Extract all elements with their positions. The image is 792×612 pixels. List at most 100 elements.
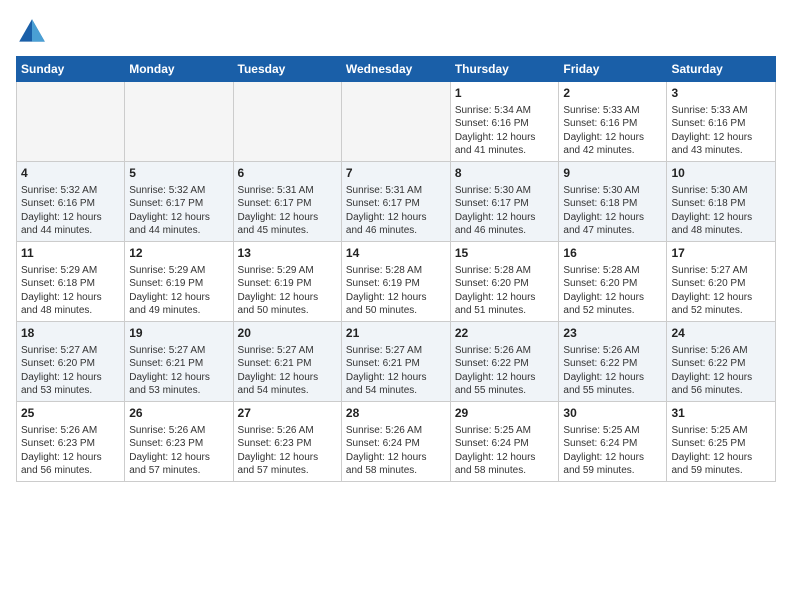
cell-content: Sunrise: 5:31 AMSunset: 6:17 PMDaylight:… (346, 184, 446, 238)
calendar-table: SundayMondayTuesdayWednesdayThursdayFrid… (16, 56, 776, 482)
cell-content: Sunrise: 5:33 AMSunset: 6:16 PMDaylight:… (671, 104, 771, 158)
calendar-week-row: 4 Sunrise: 5:32 AMSunset: 6:16 PMDaylight… (17, 162, 776, 242)
weekday-header: Friday (559, 57, 667, 82)
calendar-cell: 28Sunrise: 5:26 AMSunset: 6:24 PMDayligh… (341, 402, 450, 482)
calendar-cell: 24 Sunrise: 5:26 AMSunset: 6:22 PMDayligh… (667, 322, 776, 402)
cell-content: Sunrise: 5:32 AMSunset: 6:16 PMDaylight:… (21, 184, 120, 238)
cell-content: Sunrise: 5:25 AMSunset: 6:24 PMDaylight:… (455, 424, 555, 478)
day-number: 4 (21, 165, 120, 182)
cell-content: Sunrise: 5:33 AMSunset: 6:16 PMDaylight:… (563, 104, 662, 158)
day-number: 13 (238, 245, 337, 262)
weekday-header-row: SundayMondayTuesdayWednesdayThursdayFrid… (17, 57, 776, 82)
calendar-cell: 18 Sunrise: 5:27 AMSunset: 6:20 PMDayligh… (17, 322, 125, 402)
cell-content: Sunrise: 5:27 AMSunset: 6:21 PMDaylight:… (346, 344, 446, 398)
cell-content: Sunrise: 5:26 AMSunset: 6:22 PMDaylight:… (563, 344, 662, 398)
cell-content: Sunrise: 5:28 AMSunset: 6:20 PMDaylight:… (455, 264, 555, 318)
day-number: 22 (455, 325, 555, 342)
cell-content: Sunrise: 5:26 AMSunset: 6:24 PMDaylight:… (346, 424, 446, 478)
cell-content: Sunrise: 5:29 AMSunset: 6:19 PMDaylight:… (129, 264, 228, 318)
cell-content: Sunrise: 5:27 AMSunset: 6:21 PMDaylight:… (238, 344, 337, 398)
day-number: 15 (455, 245, 555, 262)
calendar-cell: 23 Sunrise: 5:26 AMSunset: 6:22 PMDayligh… (559, 322, 667, 402)
calendar-cell: 14 Sunrise: 5:28 AMSunset: 6:19 PMDayligh… (341, 242, 450, 322)
calendar-cell: 25 Sunrise: 5:26 AMSunset: 6:23 PMDayligh… (17, 402, 125, 482)
calendar-week-row: 25 Sunrise: 5:26 AMSunset: 6:23 PMDayligh… (17, 402, 776, 482)
cell-content: Sunrise: 5:29 AMSunset: 6:18 PMDaylight:… (21, 264, 120, 318)
cell-content: Sunrise: 5:25 AMSunset: 6:25 PMDaylight:… (671, 424, 771, 478)
day-number: 25 (21, 405, 120, 422)
day-number: 26 (129, 405, 228, 422)
cell-content: Sunrise: 5:27 AMSunset: 6:20 PMDaylight:… (21, 344, 120, 398)
cell-content: Sunrise: 5:30 AMSunset: 6:18 PMDaylight:… (563, 184, 662, 238)
calendar-week-row: 1 Sunrise: 5:34 AMSunset: 6:16 PMDaylight… (17, 82, 776, 162)
logo (16, 16, 52, 48)
calendar-cell: 21 Sunrise: 5:27 AMSunset: 6:21 PMDayligh… (341, 322, 450, 402)
cell-content: Sunrise: 5:26 AMSunset: 6:23 PMDaylight:… (238, 424, 337, 478)
cell-content: Sunrise: 5:28 AMSunset: 6:20 PMDaylight:… (563, 264, 662, 318)
cell-content: Sunrise: 5:26 AMSunset: 6:23 PMDaylight:… (129, 424, 228, 478)
cell-content: Sunrise: 5:30 AMSunset: 6:18 PMDaylight:… (671, 184, 771, 238)
day-number: 2 (563, 85, 662, 102)
calendar-week-row: 11 Sunrise: 5:29 AMSunset: 6:18 PMDayligh… (17, 242, 776, 322)
calendar-cell: 9Sunrise: 5:30 AMSunset: 6:18 PMDaylight… (559, 162, 667, 242)
day-number: 23 (563, 325, 662, 342)
page-header (16, 16, 776, 48)
day-number: 5 (129, 165, 228, 182)
calendar-cell: 26 Sunrise: 5:26 AMSunset: 6:23 PMDayligh… (125, 402, 233, 482)
calendar-cell: 19Sunrise: 5:27 AMSunset: 6:21 PMDayligh… (125, 322, 233, 402)
weekday-header: Thursday (450, 57, 559, 82)
calendar-cell: 29 Sunrise: 5:25 AMSunset: 6:24 PMDayligh… (450, 402, 559, 482)
day-number: 27 (238, 405, 337, 422)
calendar-cell: 1 Sunrise: 5:34 AMSunset: 6:16 PMDaylight… (450, 82, 559, 162)
cell-content: Sunrise: 5:27 AMSunset: 6:21 PMDaylight:… (129, 344, 228, 398)
cell-content: Sunrise: 5:30 AMSunset: 6:17 PMDaylight:… (455, 184, 555, 238)
calendar-cell: 15 Sunrise: 5:28 AMSunset: 6:20 PMDayligh… (450, 242, 559, 322)
day-number: 16 (563, 245, 662, 262)
cell-content: Sunrise: 5:32 AMSunset: 6:17 PMDaylight:… (129, 184, 228, 238)
day-number: 3 (671, 85, 771, 102)
day-number: 8 (455, 165, 555, 182)
calendar-cell: 12Sunrise: 5:29 AMSunset: 6:19 PMDayligh… (125, 242, 233, 322)
day-number: 29 (455, 405, 555, 422)
calendar-cell: 8 Sunrise: 5:30 AMSunset: 6:17 PMDaylight… (450, 162, 559, 242)
day-number: 20 (238, 325, 337, 342)
calendar-cell: 17Sunrise: 5:27 AMSunset: 6:20 PMDayligh… (667, 242, 776, 322)
day-number: 18 (21, 325, 120, 342)
calendar-cell: 3 Sunrise: 5:33 AMSunset: 6:16 PMDaylight… (667, 82, 776, 162)
logo-icon (16, 16, 48, 48)
calendar-cell: 20 Sunrise: 5:27 AMSunset: 6:21 PMDayligh… (233, 322, 341, 402)
day-number: 24 (671, 325, 771, 342)
cell-content: Sunrise: 5:26 AMSunset: 6:22 PMDaylight:… (671, 344, 771, 398)
calendar-cell: 16 Sunrise: 5:28 AMSunset: 6:20 PMDayligh… (559, 242, 667, 322)
day-number: 11 (21, 245, 120, 262)
cell-content: Sunrise: 5:31 AMSunset: 6:17 PMDaylight:… (238, 184, 337, 238)
day-number: 21 (346, 325, 446, 342)
calendar-cell: 31Sunrise: 5:25 AMSunset: 6:25 PMDayligh… (667, 402, 776, 482)
day-number: 30 (563, 405, 662, 422)
cell-content: Sunrise: 5:25 AMSunset: 6:24 PMDaylight:… (563, 424, 662, 478)
day-number: 1 (455, 85, 555, 102)
calendar-cell (17, 82, 125, 162)
calendar-cell: 22 Sunrise: 5:26 AMSunset: 6:22 PMDayligh… (450, 322, 559, 402)
day-number: 7 (346, 165, 446, 182)
calendar-cell (233, 82, 341, 162)
calendar-cell: 13 Sunrise: 5:29 AMSunset: 6:19 PMDayligh… (233, 242, 341, 322)
day-number: 6 (238, 165, 337, 182)
day-number: 14 (346, 245, 446, 262)
cell-content: Sunrise: 5:26 AMSunset: 6:23 PMDaylight:… (21, 424, 120, 478)
weekday-header: Sunday (17, 57, 125, 82)
cell-content: Sunrise: 5:29 AMSunset: 6:19 PMDaylight:… (238, 264, 337, 318)
calendar-cell: 27 Sunrise: 5:26 AMSunset: 6:23 PMDayligh… (233, 402, 341, 482)
calendar-cell: 30 Sunrise: 5:25 AMSunset: 6:24 PMDayligh… (559, 402, 667, 482)
cell-content: Sunrise: 5:28 AMSunset: 6:19 PMDaylight:… (346, 264, 446, 318)
calendar-cell: 5 Sunrise: 5:32 AMSunset: 6:17 PMDaylight… (125, 162, 233, 242)
calendar-cell: 7 Sunrise: 5:31 AMSunset: 6:17 PMDaylight… (341, 162, 450, 242)
cell-content: Sunrise: 5:34 AMSunset: 6:16 PMDaylight:… (455, 104, 555, 158)
cell-content: Sunrise: 5:27 AMSunset: 6:20 PMDaylight:… (671, 264, 771, 318)
weekday-header: Saturday (667, 57, 776, 82)
calendar-cell: 2 Sunrise: 5:33 AMSunset: 6:16 PMDaylight… (559, 82, 667, 162)
day-number: 10 (671, 165, 771, 182)
weekday-header: Tuesday (233, 57, 341, 82)
weekday-header: Wednesday (341, 57, 450, 82)
cell-content: Sunrise: 5:26 AMSunset: 6:22 PMDaylight:… (455, 344, 555, 398)
